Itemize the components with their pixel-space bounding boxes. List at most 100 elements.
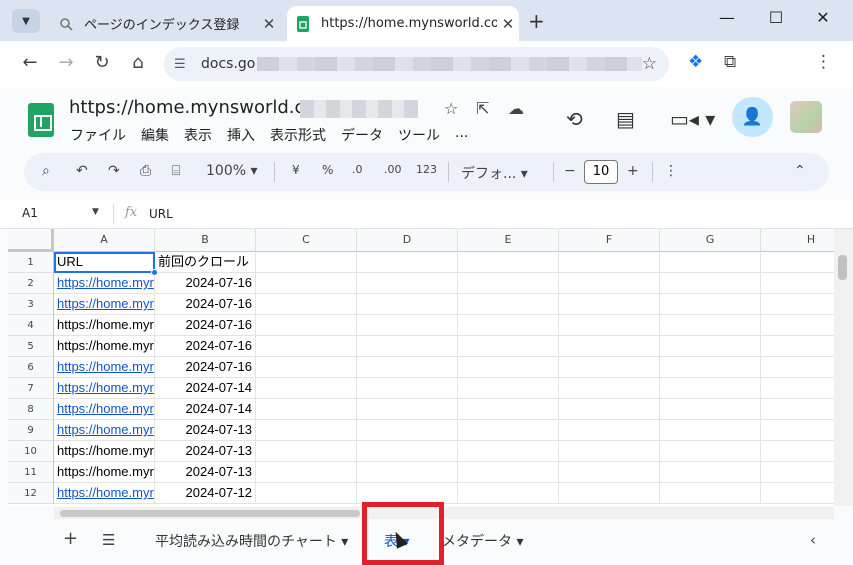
- cell[interactable]: [458, 483, 559, 504]
- cell[interactable]: [660, 273, 761, 294]
- cell[interactable]: [761, 273, 834, 294]
- spreadsheet-grid[interactable]: A B C D E F G H 1 URL 前回のクロール 2 https://home.myr 2024…: [8, 229, 834, 506]
- cell[interactable]: [256, 399, 357, 420]
- menu-data[interactable]: データ: [341, 125, 383, 145]
- share-button[interactable]: 👤: [732, 97, 773, 137]
- cell[interactable]: [660, 399, 761, 420]
- undo-icon[interactable]: ↶: [76, 163, 88, 179]
- row-header[interactable]: 6: [8, 357, 54, 378]
- cell[interactable]: [458, 336, 559, 357]
- cell[interactable]: 2024-07-14: [155, 399, 256, 420]
- cell[interactable]: [761, 357, 834, 378]
- sheets-logo-icon[interactable]: [28, 103, 54, 137]
- cell[interactable]: https://home.myr: [54, 336, 155, 357]
- cell[interactable]: 2024-07-13: [155, 462, 256, 483]
- cell[interactable]: [559, 378, 660, 399]
- close-icon[interactable]: ✕: [258, 15, 280, 33]
- cell[interactable]: [660, 441, 761, 462]
- menu-file[interactable]: ファイル: [70, 125, 126, 145]
- font-size-input[interactable]: 10: [584, 160, 618, 184]
- forward-button[interactable]: →: [54, 52, 78, 73]
- cell[interactable]: [458, 294, 559, 315]
- row-header[interactable]: 10: [8, 441, 54, 462]
- vertical-scrollbar[interactable]: [834, 229, 853, 506]
- cell[interactable]: [357, 420, 458, 441]
- menu-format[interactable]: 表示形式: [270, 125, 326, 145]
- scroll-thumb[interactable]: [838, 255, 847, 280]
- minimize-button[interactable]: —: [712, 8, 742, 27]
- cell[interactable]: [761, 252, 834, 273]
- cell[interactable]: [761, 483, 834, 504]
- home-button[interactable]: ⌂: [126, 52, 150, 73]
- cell[interactable]: [357, 399, 458, 420]
- site-info-icon[interactable]: ☰: [174, 57, 192, 72]
- cell[interactable]: [458, 399, 559, 420]
- cell[interactable]: [357, 336, 458, 357]
- cell[interactable]: [559, 420, 660, 441]
- cell[interactable]: [256, 294, 357, 315]
- menu-edit[interactable]: 編集: [141, 125, 169, 145]
- font-size-decrease-button[interactable]: −: [564, 163, 576, 179]
- cell[interactable]: [357, 378, 458, 399]
- menu-view[interactable]: 表示: [184, 125, 212, 145]
- cell[interactable]: https://home.myr: [54, 420, 155, 441]
- cell[interactable]: [761, 294, 834, 315]
- print-icon[interactable]: ⎙: [140, 163, 151, 179]
- row-header[interactable]: 2: [8, 273, 54, 294]
- cell[interactable]: [559, 336, 660, 357]
- cell[interactable]: [256, 315, 357, 336]
- cell[interactable]: [357, 357, 458, 378]
- cell[interactable]: [256, 462, 357, 483]
- cell[interactable]: [458, 462, 559, 483]
- cell[interactable]: https://home.myr: [54, 273, 155, 294]
- column-header-d[interactable]: D: [357, 229, 458, 252]
- cell[interactable]: [357, 252, 458, 273]
- cell[interactable]: [559, 273, 660, 294]
- cell[interactable]: 2024-07-16: [155, 294, 256, 315]
- cell[interactable]: [761, 336, 834, 357]
- currency-button[interactable]: ¥: [292, 163, 300, 177]
- cell[interactable]: https://home.myr: [54, 315, 155, 336]
- cell[interactable]: [761, 462, 834, 483]
- maximize-button[interactable]: ☐: [761, 8, 791, 27]
- move-icon[interactable]: ⇱: [476, 99, 489, 118]
- row-header[interactable]: 3: [8, 294, 54, 315]
- cell[interactable]: [559, 294, 660, 315]
- cell[interactable]: [761, 315, 834, 336]
- sheet-tab-chart[interactable]: 平均読み込み時間のチャート ▾: [155, 531, 348, 551]
- column-header-a[interactable]: A: [54, 229, 155, 252]
- formula-input[interactable]: URL: [149, 207, 173, 221]
- scroll-thumb[interactable]: [60, 510, 360, 517]
- row-header[interactable]: 5: [8, 336, 54, 357]
- column-header-f[interactable]: F: [559, 229, 660, 252]
- row-header[interactable]: 12: [8, 483, 54, 504]
- percent-button[interactable]: %: [322, 163, 333, 177]
- cell[interactable]: [559, 399, 660, 420]
- new-tab-button[interactable]: +: [528, 9, 545, 33]
- number-format-button[interactable]: 123: [416, 163, 437, 176]
- cell[interactable]: [458, 378, 559, 399]
- chevron-left-icon[interactable]: ‹: [810, 531, 816, 549]
- cell[interactable]: [256, 357, 357, 378]
- tab-index-registration[interactable]: ページのインデックス登録 ✕: [48, 6, 280, 41]
- cell[interactable]: [660, 357, 761, 378]
- cell[interactable]: [559, 462, 660, 483]
- cell[interactable]: [256, 336, 357, 357]
- cell[interactable]: https://home.myr: [54, 462, 155, 483]
- collapse-toolbar-icon[interactable]: ⌃: [794, 163, 806, 179]
- cell[interactable]: [256, 273, 357, 294]
- cell[interactable]: [357, 462, 458, 483]
- cell[interactable]: [256, 441, 357, 462]
- cell[interactable]: [357, 483, 458, 504]
- cell[interactable]: [458, 273, 559, 294]
- cell[interactable]: 2024-07-12: [155, 483, 256, 504]
- cell[interactable]: [761, 399, 834, 420]
- cell[interactable]: [660, 336, 761, 357]
- more-menu-icon[interactable]: ⋮: [815, 52, 832, 72]
- row-header[interactable]: 9: [8, 420, 54, 441]
- bookmark-star-icon[interactable]: ☆: [642, 54, 657, 74]
- fill-handle[interactable]: [151, 269, 158, 276]
- font-size-increase-button[interactable]: +: [627, 163, 639, 179]
- cell[interactable]: [458, 252, 559, 273]
- cell[interactable]: [458, 357, 559, 378]
